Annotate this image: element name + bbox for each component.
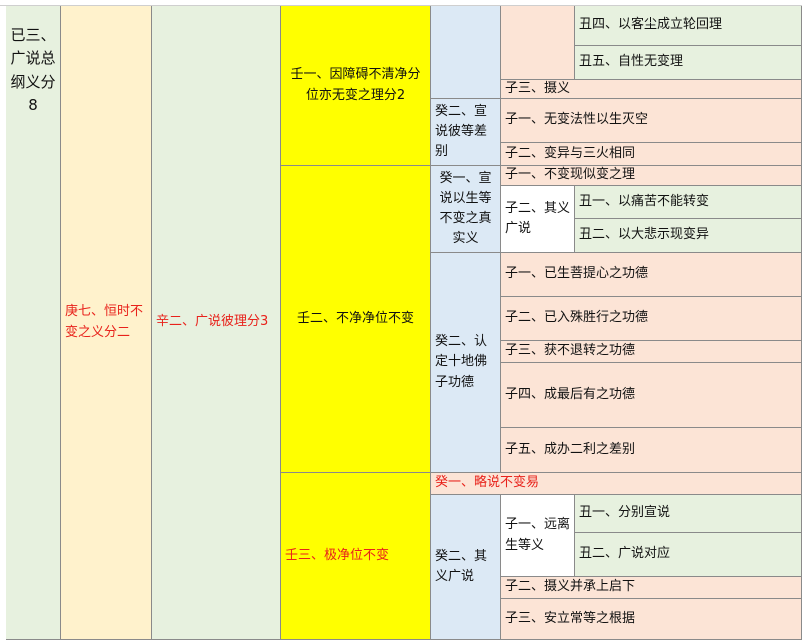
zi-cell-8[interactable]: 子三、获不退转之功德 bbox=[501, 341, 802, 363]
gui-label-2: 癸一、宣说以生等不变之真实义 bbox=[439, 170, 492, 247]
zi-label-10: 子五、成办二利之差别 bbox=[505, 441, 636, 457]
chou-cell-2[interactable]: 丑五、自性无变理 bbox=[575, 46, 802, 80]
zi-cell-10[interactable]: 子五、成办二利之差别 bbox=[501, 428, 802, 473]
xin-label: 辛二、广说彼理分3 bbox=[156, 314, 269, 330]
chou-label-4: 丑二、以大悲示现变异 bbox=[579, 227, 710, 243]
zi-label-3: 子二、变异与三火相同 bbox=[505, 145, 636, 161]
zi-cell-5[interactable]: 子二、其义广说 bbox=[501, 186, 575, 253]
gui-cell-4[interactable]: 癸一、略说不变易 bbox=[431, 473, 802, 495]
gui-cell-2[interactable]: 癸一、宣说以生等不变之真实义 bbox=[431, 166, 501, 253]
ren-cell-2[interactable]: 壬二、不净净位不变 bbox=[281, 166, 431, 473]
chou-label-1: 丑四、以客尘成立轮回理 bbox=[579, 17, 723, 33]
ren-cell-3[interactable]: 壬三、极净位不变 bbox=[281, 473, 431, 640]
chou-label-3: 丑一、以痛苦不能转变 bbox=[579, 193, 710, 209]
geng-label: 庚七、恒时不变之义分二 bbox=[65, 304, 144, 340]
chou-cell-1[interactable]: 丑四、以客尘成立轮回理 bbox=[575, 6, 802, 46]
zi-cell-7[interactable]: 子二、已入殊胜行之功德 bbox=[501, 297, 802, 341]
zi-cell-4[interactable]: 子一、不变现似变之理 bbox=[501, 166, 802, 186]
zi-cell-13[interactable]: 子三、安立常等之根据 bbox=[501, 599, 802, 640]
zi-cell-blank[interactable] bbox=[501, 6, 575, 80]
geng-cell[interactable]: 庚七、恒时不变之义分二 bbox=[61, 6, 152, 640]
chou-cell-3[interactable]: 丑一、以痛苦不能转变 bbox=[575, 186, 802, 219]
chou-label-5: 丑一、分别宣说 bbox=[579, 505, 671, 521]
zi-label-6: 子一、已生菩提心之功德 bbox=[505, 266, 649, 282]
chou-cell-5[interactable]: 丑一、分别宣说 bbox=[575, 495, 802, 533]
gui-label-5: 癸二、其义广说 bbox=[435, 548, 488, 584]
section-title: 已三、广说总纲义分8 bbox=[10, 26, 56, 114]
zi-label-11: 子一、远离生等义 bbox=[505, 517, 571, 553]
gui-cell-1[interactable]: 癸二、宣说彼等差别 bbox=[431, 99, 501, 166]
zi-label-5: 子二、其义广说 bbox=[505, 200, 571, 236]
zi-label-4: 子一、不变现似变之理 bbox=[505, 167, 636, 183]
section-title-cell[interactable]: 已三、广说总纲义分8 bbox=[6, 6, 61, 640]
chou-label-2: 丑五、自性无变理 bbox=[579, 54, 684, 70]
ren-label-3: 壬三、极净位不变 bbox=[285, 547, 390, 563]
chou-cell-4[interactable]: 丑二、以大悲示现变异 bbox=[575, 219, 802, 253]
zi-cell-3[interactable]: 子二、变异与三火相同 bbox=[501, 143, 802, 166]
gui-label-1: 癸二、宣说彼等差别 bbox=[435, 103, 488, 160]
zi-label-13: 子三、安立常等之根据 bbox=[505, 610, 636, 626]
zi-label-2: 子一、无变法性以生灭空 bbox=[505, 112, 649, 128]
gui-label-3: 癸二、认定十地佛子功德 bbox=[435, 334, 488, 390]
ren-cell-1[interactable]: 壬一、因障碍不清净分位亦无变之理分2 bbox=[281, 6, 431, 166]
zi-label-12: 子二、摄义并承上启下 bbox=[505, 579, 636, 595]
zi-label-7: 子二、已入殊胜行之功德 bbox=[505, 310, 649, 326]
gui-cell-5[interactable]: 癸二、其义广说 bbox=[431, 495, 501, 640]
xin-cell[interactable]: 辛二、广说彼理分3 bbox=[152, 6, 281, 640]
ren-label-2: 壬二、不净净位不变 bbox=[296, 310, 414, 326]
chou-cell-6[interactable]: 丑二、广说对应 bbox=[575, 533, 802, 577]
zi-label-8: 子三、获不退转之功德 bbox=[505, 343, 636, 359]
chou-label-6: 丑二、广说对应 bbox=[579, 546, 671, 562]
zi-label-9: 子四、成最后有之功德 bbox=[505, 386, 636, 402]
zi-cell-9[interactable]: 子四、成最后有之功德 bbox=[501, 363, 802, 428]
gui-cell-3[interactable]: 癸二、认定十地佛子功德 bbox=[431, 253, 501, 473]
zi-label-1: 子三、摄义 bbox=[505, 80, 571, 96]
zi-cell-6[interactable]: 子一、已生菩提心之功德 bbox=[501, 253, 802, 297]
gui-label-4: 癸一、略说不变易 bbox=[435, 475, 540, 491]
zi-cell-2[interactable]: 子一、无变法性以生灭空 bbox=[501, 99, 802, 143]
ren-label-1: 壬一、因障碍不清净分位亦无变之理分2 bbox=[290, 67, 421, 103]
gui-cell-blank[interactable] bbox=[431, 6, 501, 99]
zi-cell-11[interactable]: 子一、远离生等义 bbox=[501, 495, 575, 577]
zi-cell-1[interactable]: 子三、摄义 bbox=[501, 80, 802, 99]
zi-cell-12[interactable]: 子二、摄义并承上启下 bbox=[501, 577, 802, 599]
